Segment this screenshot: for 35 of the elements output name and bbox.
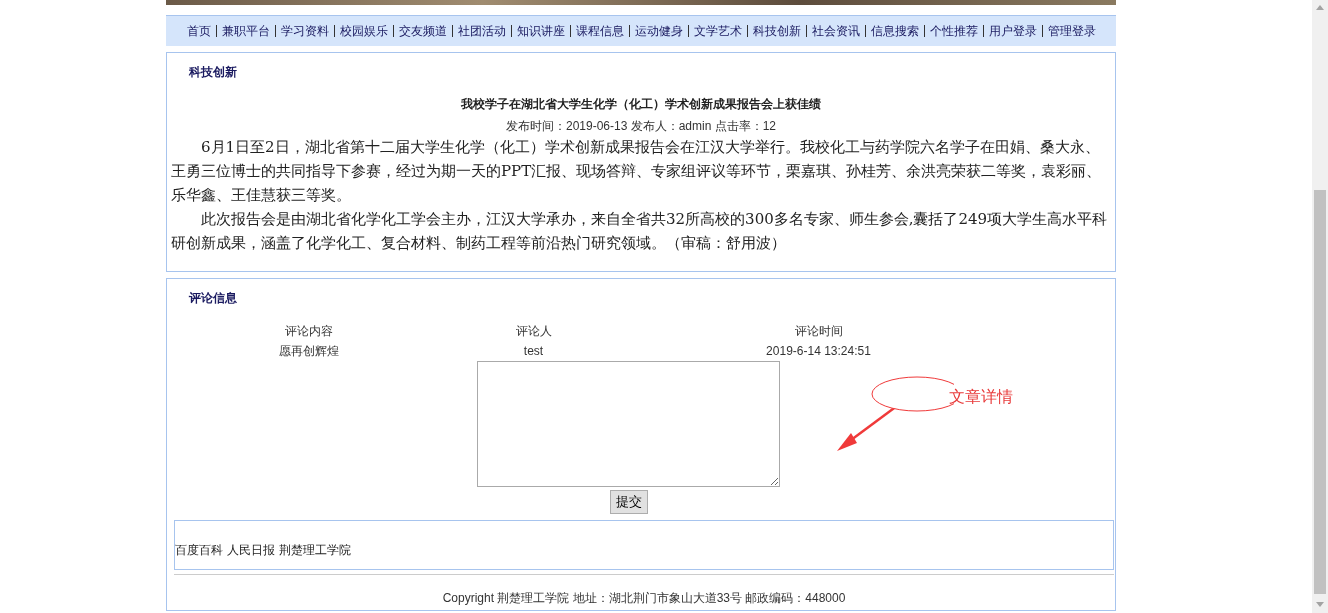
nav-link[interactable]: 兼职平台	[215, 25, 275, 37]
submit-button[interactable]: 提交	[609, 490, 648, 514]
article-title: 我校学子在湖北省大学生化学（化工）学术创新成果报告会上获佳绩	[460, 96, 822, 113]
nav-link[interactable]: 个性推荐	[923, 25, 983, 37]
nav-link[interactable]: 用户登录	[982, 25, 1042, 37]
article-meta: 发布时间：2019-06-13 发布人：admin 点击率：12	[504, 118, 778, 135]
section-heading: 评论信息	[187, 290, 238, 307]
footer-text: Copyright 荆楚理工学院 地址：湖北荆门市象山大道33号 邮政编码：448000	[174, 573, 1114, 607]
section-heading: 科技创新	[188, 64, 238, 81]
callout-label: 文章详情	[949, 387, 1013, 407]
nav-link[interactable]: 首页	[181, 25, 216, 37]
column-header: 评论人	[514, 323, 553, 340]
nav-link[interactable]: 交友频道	[392, 25, 452, 37]
table-cell-text: 愿再创辉煌	[278, 343, 340, 360]
nav-link[interactable]: 社团活动	[451, 25, 511, 37]
article-paragraph: 此次报告会是由湖北省化学化工学会主办，江汉大学承办，来自全省共32所高校的300多名专家、师生参会,囊括了249项大学生高水平科研创新成果，涵盖了化学化工、复合材料、制药工程等前沿热门研究领域。（审稿：舒用波）	[170, 209, 1109, 254]
nav-link[interactable]: 管理登录	[1041, 25, 1101, 37]
comment-input-field[interactable]	[477, 361, 780, 487]
nav-link[interactable]: 知识讲座	[510, 25, 570, 37]
nav-link[interactable]: 文学艺术	[687, 25, 747, 37]
table-cell-text: 2019-6-14 13:24:51	[765, 343, 872, 360]
nav-link[interactable]: 校园娱乐	[333, 25, 393, 37]
table-cell-text: test	[522, 343, 545, 360]
link[interactable]: 百度百科	[175, 540, 223, 559]
nav-link[interactable]: 课程信息	[569, 25, 629, 37]
article-paragraph: 6月1日至2日，湖北省第十二届大学生化学（化工）学术创新成果报告会在江汉大学举行。我校化工与药学院六名学子在田娟、桑大永、王勇三位博士的共同指导下参赛，经过为期一天的PPT汇报、现场答辩、专家组评议等环节，栗嘉琪、孙桂芳、余洪亮荣获二等奖，袁彩丽、乐华鑫、王佳慧获三等奖。	[170, 137, 1103, 206]
nav-link[interactable]: 科技创新	[746, 25, 806, 37]
nav-link[interactable]: 信息搜索	[864, 25, 924, 37]
column-header: 评论内容	[284, 323, 334, 340]
nav-link[interactable]: 运动健身	[628, 25, 688, 37]
nav-link[interactable]: 学习资料	[274, 25, 334, 37]
link[interactable]: 荆楚理工学院	[279, 540, 351, 559]
nav-link[interactable]: 社会资讯	[805, 25, 865, 37]
link[interactable]: 人民日报	[227, 540, 275, 559]
column-header: 评论时间	[793, 323, 844, 340]
